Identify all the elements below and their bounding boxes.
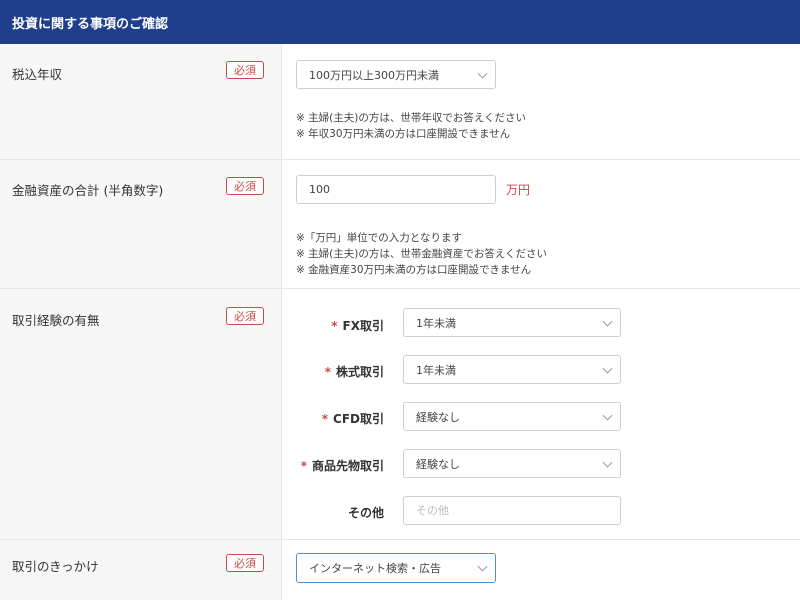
- income-note: ※ 主婦(主夫)の方は、世帯年収でお答えください: [296, 112, 527, 124]
- chevron-down-icon: [602, 316, 613, 327]
- income-note: ※ 年収30万円未満の方は口座開設できません: [296, 128, 511, 140]
- section-header: 投資に関する事項のご確認: [0, 0, 800, 44]
- trigger-field-cell: インターネット検索・広告: [282, 540, 800, 600]
- assets-label-cell: 金融資産の合計 (半角数字) 必須: [0, 160, 282, 288]
- commodity-select-value: 経験なし: [416, 457, 460, 471]
- income-label-cell: 税込年収 必須: [0, 44, 282, 159]
- assets-label: 金融資産の合計 (半角数字): [12, 183, 164, 198]
- other-input[interactable]: [403, 496, 621, 525]
- experience-label-cell: 取引経験の有無 必須: [0, 289, 282, 539]
- chevron-down-icon: [477, 68, 488, 79]
- assets-note: ※ 金融資産30万円未満の方は口座開設できません: [296, 264, 532, 276]
- assets-row: 金融資産の合計 (半角数字) 必須 万円 ※「万円」単位での入力となります ※ …: [0, 160, 800, 289]
- stock-label-text: 株式取引: [335, 365, 384, 379]
- assets-note: ※「万円」単位での入力となります: [296, 232, 462, 244]
- required-badge: 必須: [226, 61, 264, 79]
- trigger-select-value: インターネット検索・広告: [309, 562, 441, 575]
- experience-field-cell: * FX取引 1年未満 * 株式取引 1年未満 * CFD取引 経験なし * 商品先物取…: [282, 289, 800, 539]
- income-label: 税込年収: [12, 67, 63, 82]
- assets-note: ※ 主婦(主夫)の方は、世帯金融資産でお答えください: [296, 248, 548, 260]
- required-star: *: [331, 319, 338, 333]
- fx-select[interactable]: 1年未満: [403, 308, 621, 337]
- cfd-select[interactable]: 経験なし: [403, 402, 621, 431]
- income-row: 税込年収 必須 100万円以上300万円未満 ※ 主婦(主夫)の方は、世帯年収で…: [0, 44, 800, 160]
- experience-row: 取引経験の有無 必須 * FX取引 1年未満 * 株式取引 1年未満 * CFD取引 …: [0, 289, 800, 540]
- income-field-cell: 100万円以上300万円未満 ※ 主婦(主夫)の方は、世帯年収でお答えください …: [282, 44, 800, 159]
- experience-label: 取引経験の有無: [12, 313, 100, 328]
- required-star: *: [324, 365, 331, 379]
- cfd-select-value: 経験なし: [416, 410, 460, 424]
- fx-label-text: FX取引: [342, 319, 384, 333]
- trigger-label: 取引のきっかけ: [12, 559, 99, 574]
- income-notes: ※ 主婦(主夫)の方は、世帯年収でお答えください ※ 年収30万円未満の方は口座…: [296, 110, 526, 142]
- stock-select-value: 1年未満: [416, 363, 456, 377]
- assets-unit: 万円: [506, 183, 531, 197]
- other-label: その他: [347, 506, 384, 520]
- cfd-label-text: CFD取引: [333, 412, 384, 426]
- required-badge: 必須: [226, 177, 264, 195]
- trigger-row: 取引のきっかけ 必須 インターネット検索・広告: [0, 540, 800, 600]
- commodity-label-text: 商品先物取引: [311, 459, 384, 473]
- income-select-value: 100万円以上300万円未満: [309, 68, 439, 82]
- required-badge: 必須: [226, 307, 264, 325]
- section-title: 投資に関する事項のご確認: [12, 16, 169, 32]
- cfd-label: * CFD取引: [322, 410, 384, 427]
- chevron-down-icon: [602, 410, 613, 421]
- income-select[interactable]: 100万円以上300万円未満: [296, 60, 496, 89]
- assets-field-cell: 万円 ※「万円」単位での入力となります ※ 主婦(主夫)の方は、世帯金融資産でお…: [282, 160, 800, 288]
- commodity-select[interactable]: 経験なし: [403, 449, 621, 478]
- stock-label: * 株式取引: [325, 363, 384, 380]
- trigger-label-cell: 取引のきっかけ 必須: [0, 540, 282, 600]
- required-badge: 必須: [226, 554, 264, 572]
- chevron-down-icon: [602, 457, 613, 468]
- chevron-down-icon: [602, 363, 613, 374]
- trigger-select[interactable]: インターネット検索・広告: [296, 553, 496, 583]
- stock-select[interactable]: 1年未満: [403, 355, 621, 384]
- required-star: *: [321, 412, 329, 426]
- assets-notes: ※「万円」単位での入力となります ※ 主婦(主夫)の方は、世帯金融資産でお答えく…: [296, 230, 547, 278]
- commodity-label: * 商品先物取引: [301, 457, 384, 474]
- assets-input[interactable]: [296, 175, 496, 204]
- chevron-down-icon: [477, 561, 488, 572]
- fx-label: * FX取引: [331, 317, 384, 334]
- fx-select-value: 1年未満: [416, 316, 456, 330]
- required-star: *: [300, 459, 307, 473]
